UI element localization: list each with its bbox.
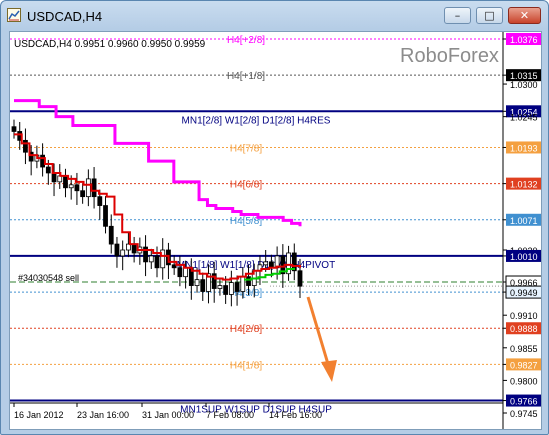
window-title: USDCAD,H4 (27, 9, 103, 24)
candle-body (200, 279, 206, 292)
candle-body (297, 270, 303, 287)
candle-body (120, 249, 126, 257)
y-tick-label: 1.0132 (510, 180, 538, 190)
level-label: H4[+2/8] (227, 35, 265, 46)
chart-window: USDCAD,H4 – □ ✕ H4[+2/8] H4[+1/8] MN1[2/8]… (0, 0, 549, 435)
candle-body (246, 276, 251, 286)
candle-body (11, 126, 17, 132)
candle-body (131, 243, 137, 254)
level-label: MN1[2/8] W1[2/8] D1[2/8] H4RES (182, 115, 331, 126)
candle-body (97, 196, 103, 206)
y-tick-label: 1.0300 (510, 80, 538, 90)
arrow-head (321, 360, 337, 382)
price-chart[interactable]: H4[+2/8] H4[+1/8] MN1[2/8] W1[2/8] D1[2/8]… (10, 32, 541, 429)
y-tick-label: 1.0245 (510, 113, 538, 123)
candle-body (217, 285, 223, 289)
level-label: H4[7/8] (230, 143, 262, 154)
candle-body (148, 255, 154, 263)
candle-body (108, 225, 114, 245)
y-tick-label: 0.9766 (510, 397, 538, 407)
watermark: RoboForex (400, 45, 499, 67)
candle-body (23, 139, 28, 153)
level-label: H4[6/8] (230, 180, 262, 191)
candle-body (63, 175, 68, 189)
level-label: H4[+1/8] (227, 71, 265, 82)
level-label: MN1[1/8] W1[1/8] D1[1/8] H4PIVOT (177, 260, 335, 271)
forecast-arrow (306, 296, 337, 382)
y-tick-label: 0.9910 (510, 311, 538, 321)
level-label: H4[2/8] (230, 324, 262, 335)
candle-body (80, 190, 86, 198)
y-tick-label: 1.0193 (510, 143, 538, 153)
y-tick-label: 0.9800 (510, 376, 538, 386)
arrow-shaft (306, 296, 330, 365)
candle-body (228, 282, 234, 295)
candle-body (183, 267, 189, 278)
candle-body (45, 166, 51, 174)
x-tick-label: 14 Feb 16:00 (269, 410, 322, 420)
y-tick-label: 1.0010 (510, 252, 538, 262)
y-tick-label: 0.9855 (510, 344, 538, 354)
x-tick-label: 7 Feb 08:00 (206, 410, 254, 420)
y-tick-label: 0.9888 (510, 324, 538, 334)
candle-body (74, 184, 80, 192)
y-tick-label: 1.0071 (510, 216, 538, 226)
candle-body (234, 282, 240, 292)
candle-body (91, 178, 97, 198)
candle-body (103, 205, 108, 227)
y-tick-label: 0.9827 (510, 360, 538, 370)
y-tick-label: 0.9745 (510, 409, 538, 419)
chart-area[interactable]: H4[+2/8] H4[+1/8] MN1[2/8] W1[2/8] D1[2/8]… (9, 31, 542, 430)
y-tick-label: 0.9949 (510, 288, 538, 298)
order-label: #34030548 sell (18, 273, 79, 283)
x-tick-label: 16 Jan 2012 (14, 410, 64, 420)
minimize-button[interactable]: – (444, 7, 471, 24)
candle-body (263, 261, 269, 266)
candle-body (85, 178, 91, 198)
candle-body (194, 279, 200, 286)
title-bar[interactable]: USDCAD,H4 – □ ✕ (1, 1, 548, 31)
x-tick-label: 31 Jan 00:00 (142, 410, 194, 420)
level-lines: H4[+2/8] H4[+1/8] MN1[2/8] W1[2/8] D1[2/8]… (10, 35, 503, 416)
candle-body (68, 184, 74, 189)
candle-body (51, 172, 57, 183)
symbol-info: USDCAD,H4 0.9951 0.9960 0.9950 0.9959 (14, 39, 206, 50)
chart-window-icon (7, 8, 21, 22)
candle-body (177, 267, 183, 278)
candle-body (114, 243, 120, 257)
y-tick-label: 1.0376 (510, 35, 538, 45)
level-label: H4[1/8] (230, 360, 262, 371)
maximize-button[interactable]: □ (476, 7, 503, 24)
candle-body (154, 255, 160, 269)
candle-body (223, 285, 229, 295)
price-axis: 1.03761.03151.03001.02541.02451.01931.01… (502, 32, 541, 429)
x-tick-label: 23 Jan 16:00 (77, 410, 129, 420)
close-button[interactable]: ✕ (508, 7, 541, 24)
